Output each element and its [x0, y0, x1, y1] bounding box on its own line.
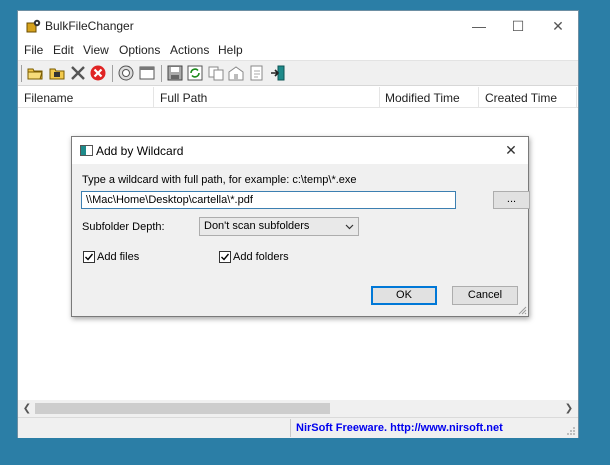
scroll-right-icon[interactable]: ❯ [562, 402, 576, 415]
menu-file[interactable]: File [24, 43, 43, 57]
scroll-left-icon[interactable]: ❮ [20, 402, 34, 415]
menu-view[interactable]: View [83, 43, 109, 57]
checkmark-icon [85, 253, 94, 261]
ok-button[interactable]: OK [371, 286, 437, 305]
refresh-icon[interactable] [186, 64, 204, 82]
add-by-wildcard-dialog: Add by Wildcard ✕ Type a wildcard with f… [71, 136, 530, 317]
checkmark-icon [221, 253, 230, 261]
chevron-down-icon [345, 224, 354, 230]
add-files-label[interactable]: Add files [97, 251, 139, 263]
toolbar-separator [112, 65, 113, 82]
add-folders-label[interactable]: Add folders [233, 251, 289, 263]
horizontal-scrollbar[interactable]: ❮ ❯ [18, 400, 578, 417]
app-icon [26, 19, 41, 33]
open-folder-icon[interactable] [26, 64, 44, 82]
column-divider[interactable] [478, 87, 479, 107]
add-folders-checkbox[interactable] [219, 251, 231, 263]
subfolder-depth-label: Subfolder Depth: [82, 221, 165, 233]
column-divider[interactable] [576, 87, 577, 107]
dialog-window-icon [80, 145, 93, 156]
add-files-checkbox[interactable] [83, 251, 95, 263]
delete-x-icon[interactable] [69, 64, 87, 82]
properties-icon[interactable] [117, 64, 135, 82]
change-time-icon[interactable] [227, 64, 245, 82]
copy-icon[interactable] [207, 64, 225, 82]
resize-grip-icon[interactable] [566, 426, 576, 436]
scrollbar-thumb[interactable] [35, 403, 330, 414]
save-icon[interactable] [166, 64, 184, 82]
window-title: BulkFileChanger [45, 19, 134, 33]
column-header-full-path[interactable]: Full Path [160, 91, 207, 105]
status-separator [290, 419, 291, 437]
column-header-row: Filename Full Path Modified Time Created… [18, 87, 578, 108]
window-icon[interactable] [138, 64, 156, 82]
minimize-button[interactable]: — [464, 15, 494, 37]
wildcard-instruction: Type a wildcard with full path, for exam… [82, 174, 357, 186]
title-bar[interactable]: BulkFileChanger — ☐ ✕ [18, 11, 578, 41]
column-header-created-time[interactable]: Created Time [485, 91, 557, 105]
subfolder-depth-value: Don't scan subfolders [204, 220, 310, 232]
close-button[interactable]: ✕ [543, 15, 573, 37]
column-header-filename[interactable]: Filename [24, 91, 73, 105]
cancel-button[interactable]: Cancel [452, 286, 518, 305]
column-header-modified-time[interactable]: Modified Time [385, 91, 460, 105]
dialog-title-bar[interactable]: Add by Wildcard ✕ [72, 137, 528, 164]
subfolder-depth-select[interactable]: Don't scan subfolders [199, 217, 359, 236]
dialog-resize-grip-icon[interactable] [517, 305, 527, 315]
menu-edit[interactable]: Edit [53, 43, 74, 57]
exit-icon[interactable] [269, 64, 287, 82]
maximize-button[interactable]: ☐ [503, 15, 533, 37]
menu-bar: File Edit View Options Actions Help [18, 41, 578, 60]
toolbar-separator [21, 65, 22, 82]
change-attributes-icon[interactable] [248, 64, 266, 82]
column-divider[interactable] [153, 87, 154, 107]
column-divider[interactable] [379, 87, 380, 107]
menu-actions[interactable]: Actions [170, 43, 209, 57]
menu-help[interactable]: Help [218, 43, 243, 57]
browse-button[interactable]: ... [493, 191, 530, 209]
menu-options[interactable]: Options [119, 43, 160, 57]
toolbar [18, 60, 578, 86]
dialog-title: Add by Wildcard [96, 144, 184, 158]
nirsoft-link[interactable]: NirSoft Freeware. http://www.nirsoft.net [296, 422, 503, 434]
stop-icon[interactable] [89, 64, 107, 82]
status-bar: NirSoft Freeware. http://www.nirsoft.net [18, 417, 578, 438]
add-files-icon[interactable] [48, 64, 66, 82]
wildcard-path-input[interactable]: \\Mac\Home\Desktop\cartella\*.pdf [81, 191, 456, 209]
dialog-close-button[interactable]: ✕ [500, 140, 522, 160]
toolbar-separator [161, 65, 162, 82]
